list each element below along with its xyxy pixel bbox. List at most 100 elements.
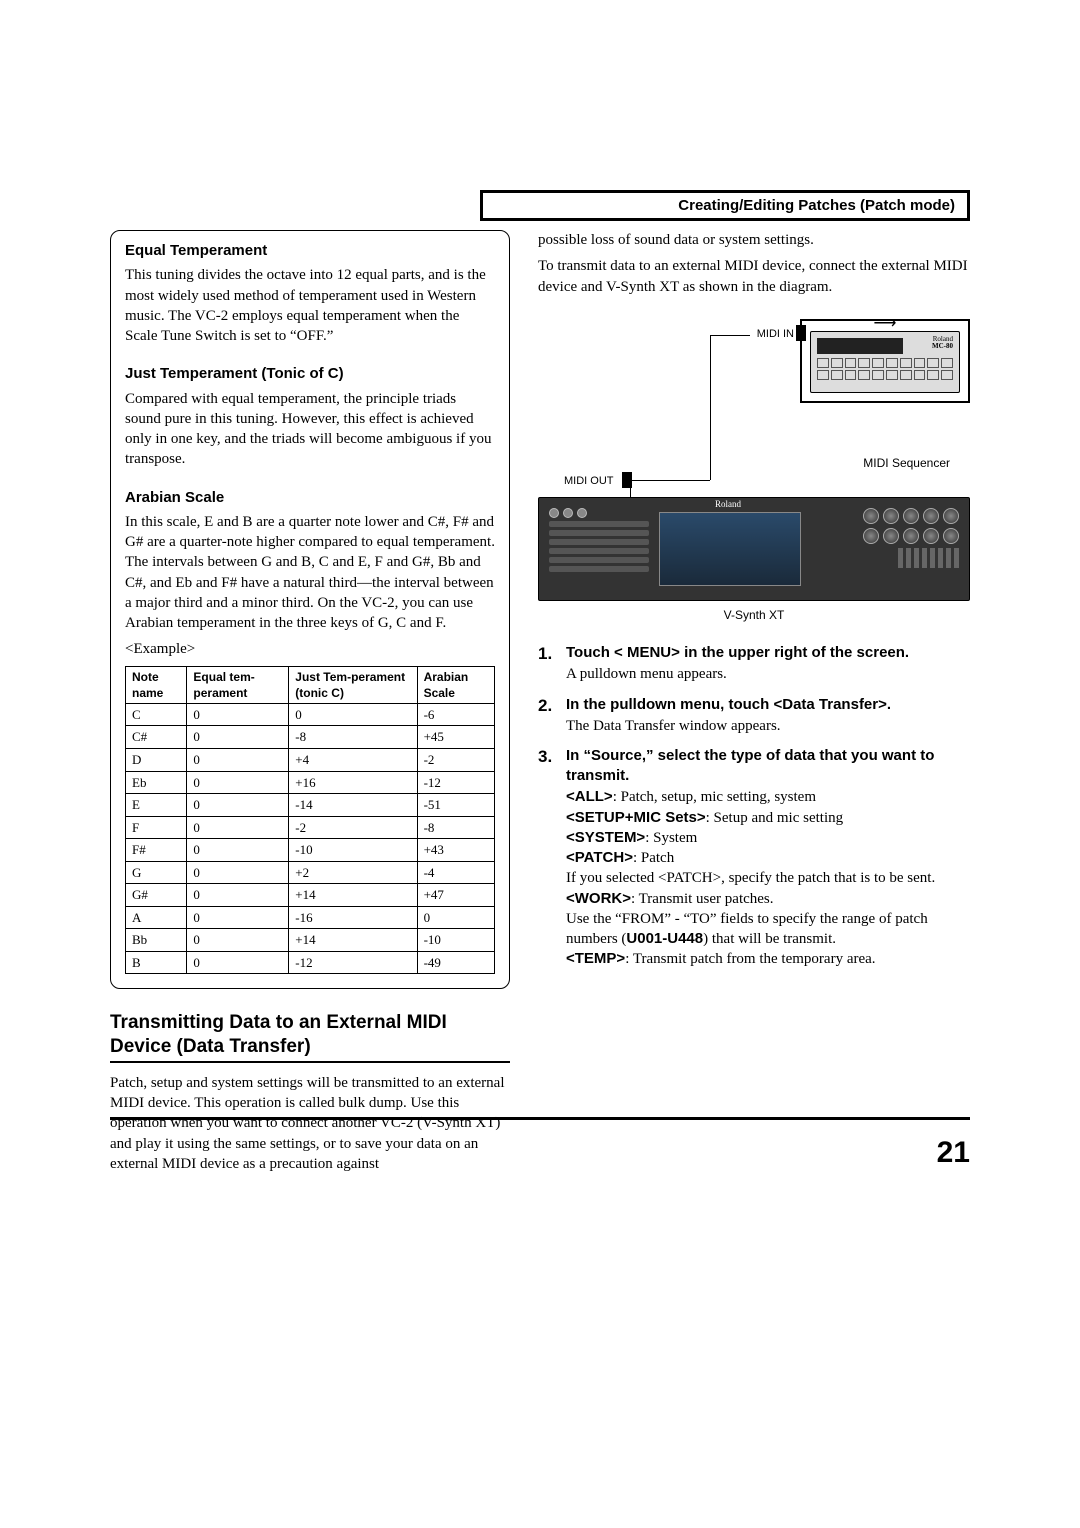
column-left: Equal Temperament This tuning divides th… (110, 230, 510, 1180)
table-row: G0+2-4 (126, 861, 495, 884)
desc-system: : System (645, 830, 697, 846)
sequencer-screen (817, 338, 903, 354)
table-cell: C# (126, 726, 187, 749)
text-transmitting-data: Patch, setup and system settings will be… (110, 1073, 510, 1174)
step-1-body: A pulldown menu appears. (566, 664, 970, 684)
step-3-head: In “Source,” select the type of data tha… (566, 746, 970, 785)
desc-all: : Patch, setup, mic setting, system (613, 789, 816, 805)
text-equal-temperament: This tuning divides the octave into 12 e… (125, 265, 495, 346)
midi-sequencer-caption: MIDI Sequencer (863, 455, 950, 471)
midi-out-port-icon (622, 472, 632, 488)
text-just-temperament: Compared with equal temperament, the pri… (125, 389, 495, 470)
table-cell: 0 (187, 951, 289, 974)
table-cell: -2 (417, 748, 494, 771)
label-setup-mic: <SETUP+MIC Sets> (566, 809, 706, 826)
midi-out-label: MIDI OUT (564, 474, 614, 489)
page-header-title: Creating/Editing Patches (Patch mode) (678, 197, 955, 214)
table-cell: 0 (187, 929, 289, 952)
table-row: D0+4-2 (126, 748, 495, 771)
step-1-head: Touch < MENU> in the upper right of the … (566, 643, 970, 663)
label-temp: <TEMP> (566, 950, 625, 967)
th-equal: Equal tem-perament (187, 666, 289, 703)
table-row: E0-14-51 (126, 794, 495, 817)
table-cell: +47 (417, 884, 494, 907)
table-row: F#0-10+43 (126, 839, 495, 862)
label-patch: <PATCH> (566, 849, 633, 866)
table-cell: 0 (289, 703, 417, 726)
table-row: G#0+14+47 (126, 884, 495, 907)
table-cell: 0 (187, 794, 289, 817)
table-cell: G# (126, 884, 187, 907)
label-all: <ALL> (566, 788, 613, 805)
table-cell: +14 (289, 929, 417, 952)
desc-setup-mic: : Setup and mic setting (706, 810, 843, 826)
table-cell: A (126, 906, 187, 929)
table-cell: D (126, 748, 187, 771)
sequencer-brand-bottom: MC-80 (932, 342, 953, 350)
table-cell: -51 (417, 794, 494, 817)
steps-list: Touch < MENU> in the upper right of the … (538, 643, 970, 970)
table-cell: -10 (289, 839, 417, 862)
table-cell: +16 (289, 771, 417, 794)
step-3-tail1: If you selected <PATCH>, specify the pat… (566, 868, 970, 888)
synth-screen (659, 512, 801, 586)
table-cell: F# (126, 839, 187, 862)
tuning-info-box: Equal Temperament This tuning divides th… (110, 230, 510, 989)
midi-sequencer-box: ⟶ Roland MC-80 (800, 319, 970, 403)
midi-in-label: MIDI IN (757, 327, 794, 342)
heading-just-temperament: Just Temperament (Tonic of C) (125, 364, 495, 384)
page: Creating/Editing Patches (Patch mode) Eq… (0, 0, 1080, 1240)
heading-arabian-scale: Arabian Scale (125, 488, 495, 508)
desc-work: : Transmit user patches. (631, 891, 774, 907)
tuning-table: Note name Equal tem-perament Just Tem-pe… (125, 666, 495, 975)
table-cell: -16 (289, 906, 417, 929)
table-cell: -4 (417, 861, 494, 884)
table-cell: 0 (417, 906, 494, 929)
v-synth-xt-device: Roland V-Synth XT (538, 497, 970, 601)
table-row: B0-12-49 (126, 951, 495, 974)
table-cell: +14 (289, 884, 417, 907)
table-cell: 0 (187, 884, 289, 907)
desc-patch: : Patch (633, 850, 674, 866)
th-note: Note name (126, 666, 187, 703)
table-cell: 0 (187, 816, 289, 839)
midi-in-port-icon (796, 325, 806, 341)
text-arabian-scale: In this scale, E and B are a quarter not… (125, 512, 495, 634)
table-cell: -6 (417, 703, 494, 726)
cable-segment (630, 480, 710, 481)
table-cell: 0 (187, 748, 289, 771)
column-right: possible loss of sound data or system se… (538, 230, 970, 1180)
page-header: Creating/Editing Patches (Patch mode) (480, 190, 970, 221)
table-row: A0-160 (126, 906, 495, 929)
table-cell: B (126, 951, 187, 974)
step-3-tail2: Use the “FROM” - “TO” fields to specify … (566, 909, 970, 950)
table-cell: -8 (289, 726, 417, 749)
page-number: 21 (937, 1136, 970, 1170)
table-cell: F (126, 816, 187, 839)
step-1: Touch < MENU> in the upper right of the … (538, 643, 970, 685)
connection-diagram: ⟶ Roland MC-80 MIDI IN MIDI Sequencer (538, 307, 970, 627)
table-cell: 0 (187, 906, 289, 929)
text-continuation-1: possible loss of sound data or system se… (538, 230, 970, 250)
synth-right-panel (849, 508, 959, 590)
synth-brand-top: Roland (715, 499, 741, 509)
text-continuation-2: To transmit data to an external MIDI dev… (538, 256, 970, 297)
desc-temp: : Transmit patch from the temporary area… (625, 951, 875, 967)
example-label: <Example> (125, 639, 495, 659)
sequencer-brand: Roland MC-80 (932, 336, 953, 350)
step-2-body: The Data Transfer window appears. (566, 716, 970, 736)
table-cell: +2 (289, 861, 417, 884)
table-header-row: Note name Equal tem-perament Just Tem-pe… (126, 666, 495, 703)
table-row: Eb0+16-12 (126, 771, 495, 794)
step-3-body: <ALL>: Patch, setup, mic setting, system… (566, 787, 970, 969)
th-arabian: Arabian Scale (417, 666, 494, 703)
synth-left-panel (549, 508, 649, 590)
table-cell: -2 (289, 816, 417, 839)
heading-transmitting-data: Transmitting Data to an External MIDI De… (110, 1011, 510, 1063)
heading-equal-temperament: Equal Temperament (125, 241, 495, 261)
table-cell: +43 (417, 839, 494, 862)
table-cell: 0 (187, 861, 289, 884)
label-work: <WORK> (566, 890, 631, 907)
table-cell: -10 (417, 929, 494, 952)
step-3: In “Source,” select the type of data tha… (538, 746, 970, 969)
